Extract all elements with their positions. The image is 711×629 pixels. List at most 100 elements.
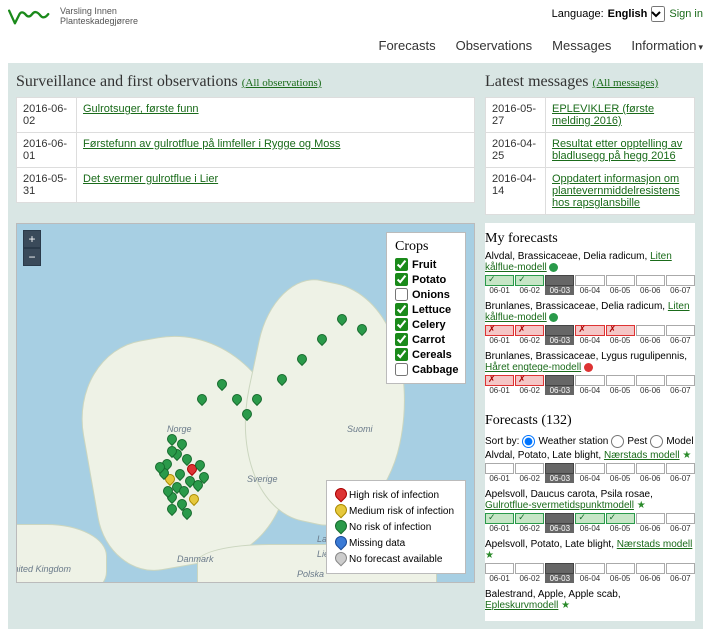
star-icon[interactable]: ★ <box>485 550 494 561</box>
map[interactable]: Norge Sverige Suomi Danmark United Kingd… <box>16 223 475 583</box>
crop-label: Carrot <box>412 334 445 346</box>
sort-weather-radio[interactable] <box>522 435 535 448</box>
day-cell <box>485 513 514 524</box>
map-marker[interactable] <box>155 462 163 470</box>
zoom-out-button[interactable]: − <box>23 248 41 266</box>
day-cell <box>636 375 665 386</box>
nav-information[interactable]: Information▾ <box>631 38 703 53</box>
map-zoom: + − <box>23 230 41 266</box>
day-label: 06-02 <box>515 286 544 295</box>
crop-checkbox[interactable] <box>395 273 408 286</box>
brand[interactable]: Varsling Innen Planteskadegjørere <box>8 6 138 28</box>
day-label: 06-03 <box>545 386 574 395</box>
fc-model-link[interactable]: Nærstads modell <box>617 539 693 550</box>
map-marker[interactable] <box>177 499 185 507</box>
map-marker[interactable] <box>167 446 175 454</box>
nav-observations[interactable]: Observations <box>456 38 533 53</box>
day-cell <box>575 275 604 286</box>
crop-checkbox[interactable] <box>395 258 408 271</box>
map-marker[interactable] <box>189 494 197 502</box>
map-marker[interactable] <box>175 469 183 477</box>
table-row: 2016-04-25Resultat etter opptelling av b… <box>486 133 695 168</box>
map-marker[interactable] <box>177 439 185 447</box>
day-label: 06-02 <box>515 336 544 345</box>
day-cell <box>515 463 544 474</box>
day-label: 06-03 <box>545 474 574 483</box>
day-cell <box>485 325 514 336</box>
msg-link[interactable]: EPLEVIKLER (første melding 2016) <box>552 103 654 127</box>
all-messages-link[interactable]: (All messages) <box>593 77 659 89</box>
fc-where: Alvdal, Brassicaceae, Delia radicum, <box>485 251 650 262</box>
nav-messages[interactable]: Messages <box>552 38 611 53</box>
map-marker[interactable] <box>297 354 305 362</box>
crop-checkbox[interactable] <box>395 318 408 331</box>
crop-checkbox[interactable] <box>395 348 408 361</box>
day-cell <box>636 275 665 286</box>
map-marker[interactable] <box>357 324 365 332</box>
map-marker[interactable] <box>277 374 285 382</box>
map-marker[interactable] <box>193 480 201 488</box>
day-label: 06-05 <box>606 286 635 295</box>
map-label-uk: United Kingdom <box>16 564 71 574</box>
map-marker[interactable] <box>182 454 190 462</box>
signin-link[interactable]: Sign in <box>669 8 703 20</box>
legend-row: Medium risk of infection <box>335 503 457 519</box>
day-label: 06-07 <box>666 386 695 395</box>
crop-row: Celery <box>395 317 457 332</box>
day-label: 06-02 <box>515 524 544 533</box>
forecast-item: Brunlanes, Brassicaceae, Delia radicum, … <box>485 301 695 345</box>
obs-link[interactable]: Det svermer gulrotflue i Lier <box>83 173 218 185</box>
map-marker[interactable] <box>197 394 205 402</box>
map-marker[interactable] <box>182 508 190 516</box>
map-marker[interactable] <box>179 486 187 494</box>
language-label: Language: <box>552 8 604 20</box>
all-observations-link[interactable]: (All observations) <box>242 77 322 89</box>
map-marker[interactable] <box>317 334 325 342</box>
map-marker[interactable] <box>337 314 345 322</box>
table-row: 2016-04-14Oppdatert informasjon om plant… <box>486 168 695 215</box>
sort-pest-radio[interactable] <box>611 435 624 448</box>
legend-row: No risk of infection <box>335 519 457 535</box>
crop-checkbox[interactable] <box>395 363 408 376</box>
map-marker[interactable] <box>217 379 225 387</box>
obs-link[interactable]: Førstefunn av gulrotflue på limfeller i … <box>83 138 340 150</box>
map-marker[interactable] <box>242 409 250 417</box>
star-icon[interactable]: ★ <box>682 450 691 461</box>
table-row: 2016-05-27EPLEVIKLER (første melding 201… <box>486 98 695 133</box>
day-label: 06-06 <box>636 574 665 583</box>
crop-checkbox[interactable] <box>395 333 408 346</box>
msg-link[interactable]: Resultat etter opptelling av bladlusegg … <box>552 138 682 162</box>
day-label: 06-03 <box>545 574 574 583</box>
star-icon[interactable]: ★ <box>637 500 646 511</box>
map-marker[interactable] <box>163 486 171 494</box>
day-label: 06-07 <box>666 574 695 583</box>
zoom-in-button[interactable]: + <box>23 230 41 248</box>
forecast-item: Balestrand, Apple, Apple scab, Epleskurv… <box>485 589 695 611</box>
map-marker[interactable] <box>167 504 175 512</box>
map-marker[interactable] <box>167 434 175 442</box>
fc-model-link[interactable]: Nærstads modell <box>604 450 680 461</box>
sort-model-radio[interactable] <box>650 435 663 448</box>
day-label: 06-05 <box>606 474 635 483</box>
pin-icon <box>335 504 345 518</box>
pin-icon <box>335 488 345 502</box>
obs-link[interactable]: Gulrotsuger, første funn <box>83 103 199 115</box>
day-cell <box>575 463 604 474</box>
obs-date: 2016-06-02 <box>17 98 77 133</box>
day-label: 06-04 <box>575 286 604 295</box>
msg-link[interactable]: Oppdatert informasjon om plantevernmidde… <box>552 173 680 209</box>
fc-model-link[interactable]: Gulrotflue-svermetidspunktmodell <box>485 500 634 511</box>
obs-date: 2016-06-01 <box>17 133 77 168</box>
crop-checkbox[interactable] <box>395 288 408 301</box>
fc-model-link[interactable]: Håret engtege-modell <box>485 362 581 373</box>
map-marker[interactable] <box>195 460 203 468</box>
map-marker[interactable] <box>199 472 207 480</box>
nav-forecasts[interactable]: Forecasts <box>379 38 436 53</box>
msg-date: 2016-05-27 <box>486 98 546 133</box>
map-marker[interactable] <box>232 394 240 402</box>
language-select[interactable] <box>651 6 665 22</box>
map-marker[interactable] <box>252 394 260 402</box>
day-label: 06-04 <box>575 474 604 483</box>
day-cell <box>606 563 635 574</box>
crop-checkbox[interactable] <box>395 303 408 316</box>
